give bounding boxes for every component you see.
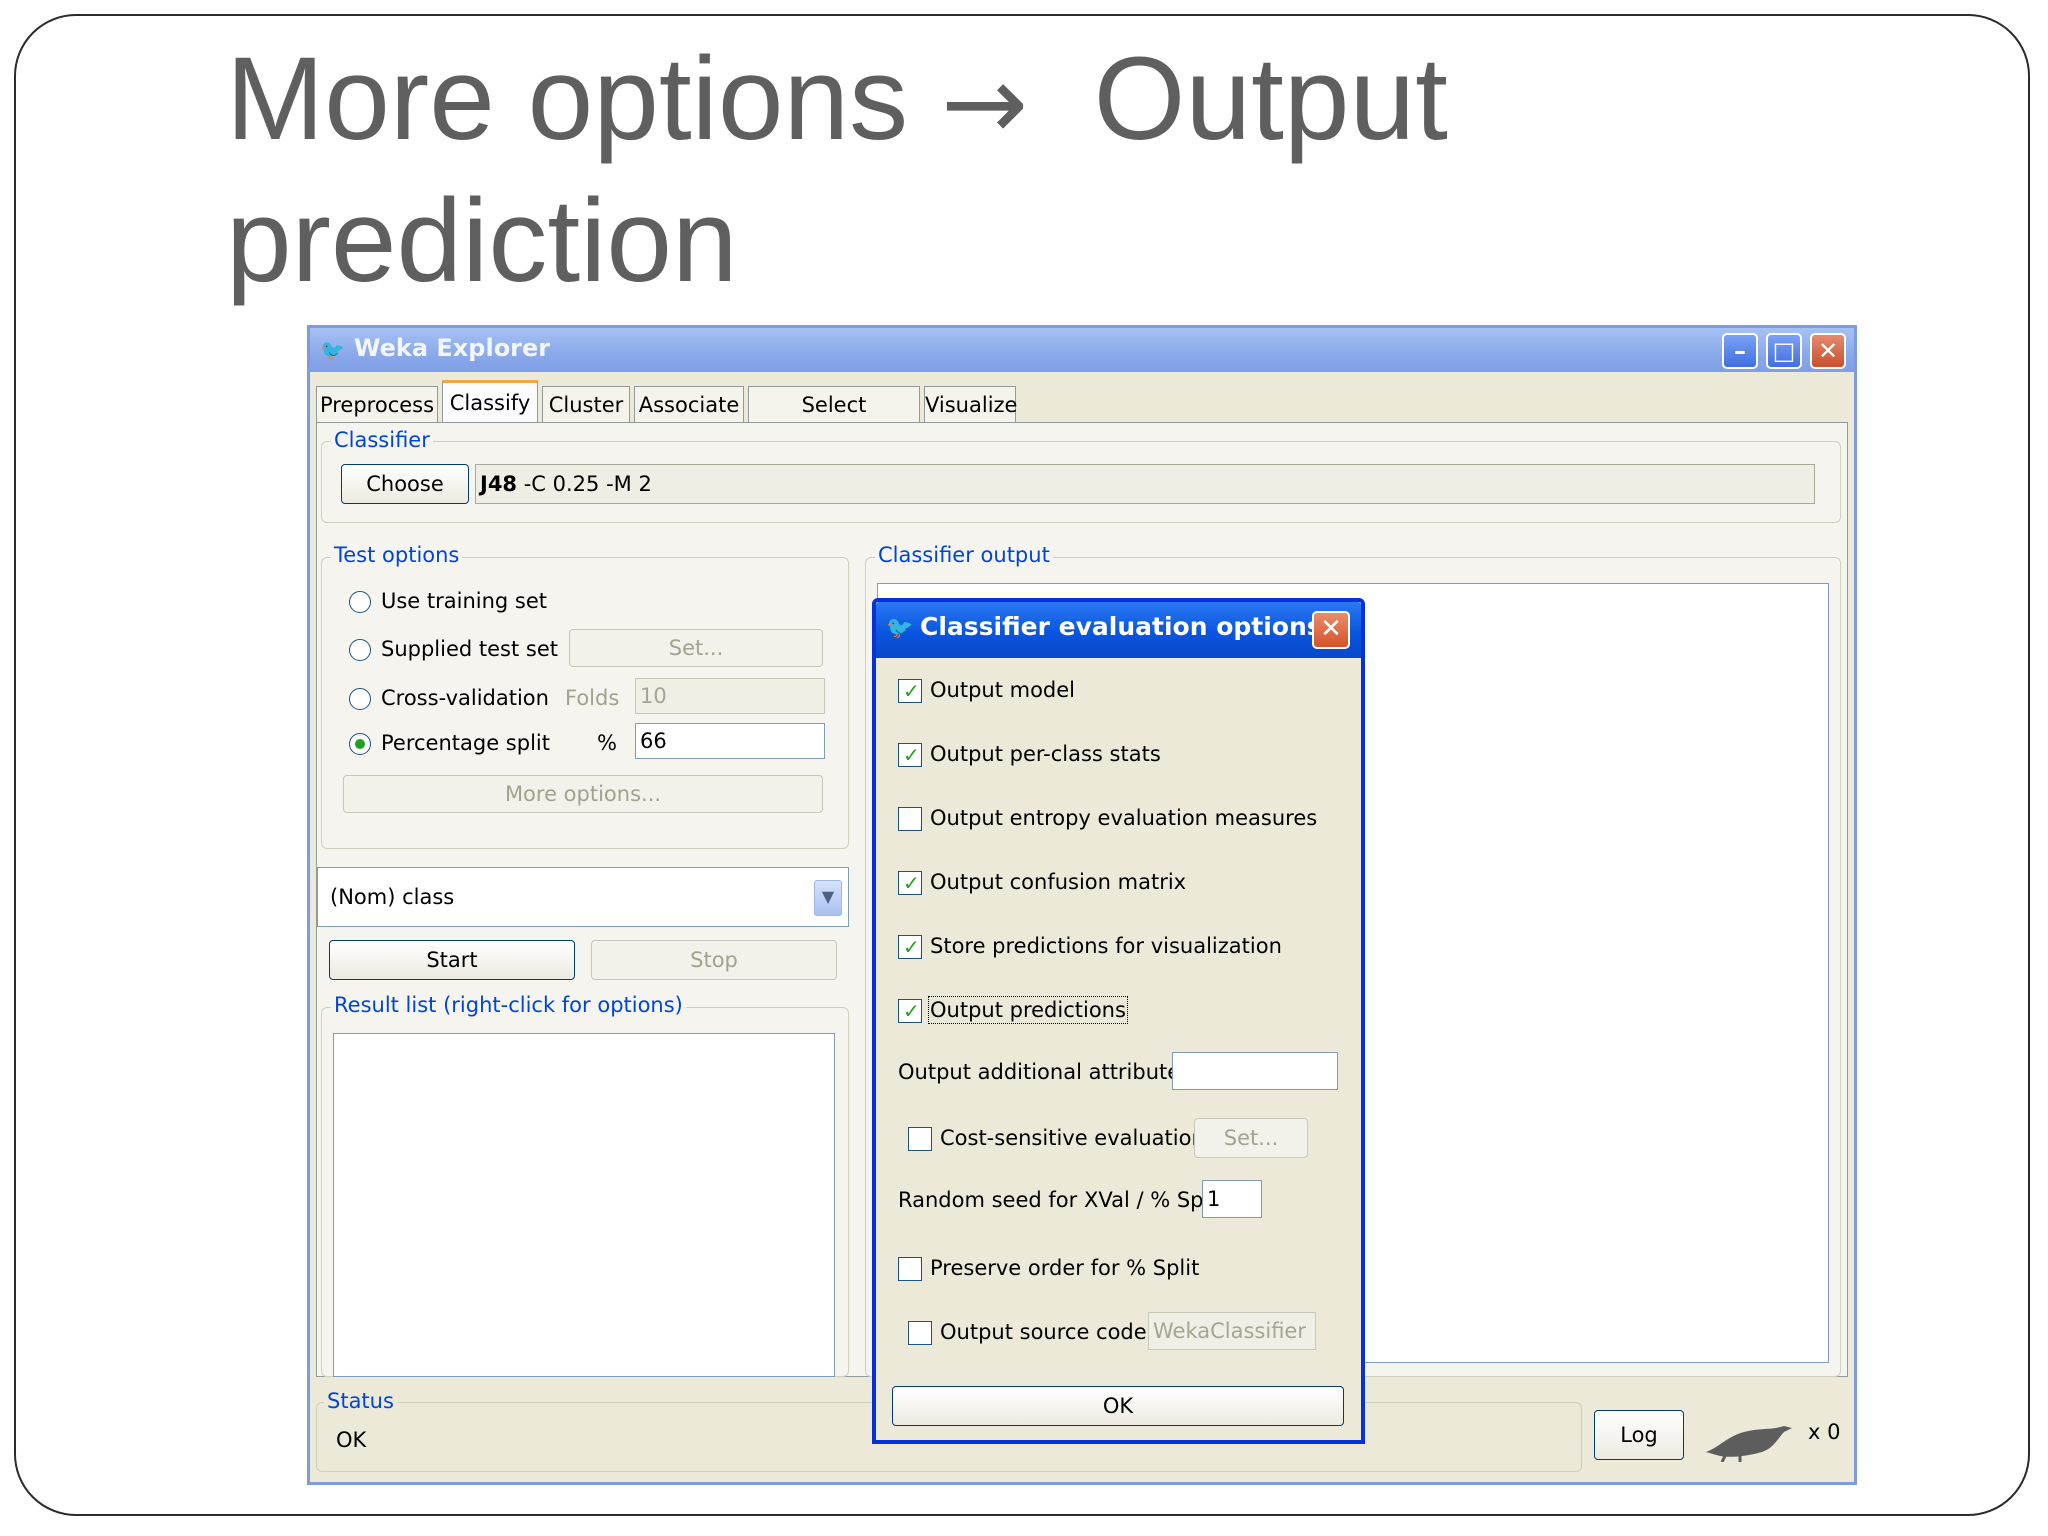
output-model-checkbox[interactable]: ✓ <box>898 679 922 703</box>
weka-bird-icon: 🐦 <box>320 338 345 362</box>
evaluation-options-dialog: 🐦 Classifier evaluation options ✕ ✓ Outp… <box>872 598 1365 1444</box>
preserve-order-label: Preserve order for % Split <box>930 1256 1200 1280</box>
log-button[interactable]: Log <box>1594 1410 1684 1460</box>
entropy-measures-checkbox[interactable] <box>898 807 922 831</box>
cost-sensitive-label: Cost-sensitive evaluation <box>940 1126 1205 1150</box>
use-training-set-radio[interactable] <box>349 591 371 613</box>
source-code-label: Output source code <box>940 1320 1147 1344</box>
slide-title: More options → Output prediction <box>226 30 1726 310</box>
percentage-split-label: Percentage split <box>381 731 550 755</box>
entropy-measures-label: Output entropy evaluation measures <box>930 806 1318 830</box>
classifier-output-label: Classifier output <box>875 543 1053 567</box>
additional-attributes-input[interactable] <box>1172 1052 1338 1090</box>
title-text-b: Output <box>1093 33 1448 165</box>
maximize-button[interactable]: □ <box>1766 333 1802 369</box>
minimize-button[interactable]: – <box>1722 333 1758 369</box>
percentage-split-input[interactable]: 66 <box>635 723 825 759</box>
confusion-matrix-checkbox[interactable]: ✓ <box>898 871 922 895</box>
check-icon: ✓ <box>903 935 920 959</box>
radio-selected-dot <box>355 739 365 749</box>
percentage-split-radio[interactable] <box>349 733 371 755</box>
window-titlebar[interactable]: 🐦 Weka Explorer – □ ✕ <box>310 328 1854 372</box>
minimize-icon: – <box>1734 337 1746 365</box>
folds-label: Folds <box>565 686 620 710</box>
class-attribute-value: (Nom) class <box>330 885 455 909</box>
classifier-config-field[interactable]: J48 -C 0.25 -M 2 <box>475 464 1815 504</box>
close-button[interactable]: ✕ <box>1810 333 1846 369</box>
cost-sensitive-checkbox[interactable] <box>908 1127 932 1151</box>
ok-button[interactable]: OK <box>892 1386 1344 1426</box>
status-label: Status <box>324 1389 397 1413</box>
more-options-button[interactable]: More options... <box>343 775 823 813</box>
percent-label: % <box>597 731 617 755</box>
result-list-box[interactable] <box>333 1033 835 1377</box>
per-class-stats-checkbox[interactable]: ✓ <box>898 743 922 767</box>
additional-attributes-label: Output additional attributes <box>898 1060 1192 1084</box>
dialog-titlebar[interactable]: 🐦 Classifier evaluation options ✕ <box>876 602 1361 658</box>
supplied-test-set-radio[interactable] <box>349 639 371 661</box>
per-class-stats-label: Output per-class stats <box>930 742 1161 766</box>
cost-sensitive-set-button[interactable]: Set... <box>1194 1118 1308 1158</box>
stop-button[interactable]: Stop <box>591 940 837 980</box>
supplied-test-set-set-button[interactable]: Set... <box>569 629 823 667</box>
tab-visualize[interactable]: Visualize <box>924 386 1017 422</box>
use-training-set-label: Use training set <box>381 589 548 613</box>
folds-input[interactable]: 10 <box>635 678 825 714</box>
chevron-down-icon[interactable]: ▼ <box>814 880 842 916</box>
store-predictions-checkbox[interactable]: ✓ <box>898 935 922 959</box>
choose-button[interactable]: Choose <box>341 464 469 504</box>
window-title: Weka Explorer <box>354 334 551 362</box>
status-text: OK <box>336 1428 367 1452</box>
check-icon: ✓ <box>903 871 920 895</box>
output-model-label: Output model <box>930 678 1076 702</box>
tab-preprocess[interactable]: Preprocess <box>316 386 438 422</box>
random-seed-input[interactable]: 1 <box>1202 1180 1262 1218</box>
weka-status-bird-icon <box>1706 1426 1792 1462</box>
check-icon: ✓ <box>903 679 920 703</box>
start-button[interactable]: Start <box>329 940 575 980</box>
cross-validation-label: Cross-validation <box>381 686 549 710</box>
slide-title-line1: More options → Output <box>226 30 1726 172</box>
weka-bird-icon: 🐦 <box>886 616 914 641</box>
classifier-name: J48 <box>480 472 518 496</box>
store-predictions-label: Store predictions for visualization <box>930 934 1282 958</box>
result-list-label: Result list (right-click for options) <box>331 993 686 1017</box>
dialog-title: Classifier evaluation options <box>920 612 1322 641</box>
source-code-checkbox[interactable] <box>908 1321 932 1345</box>
class-attribute-select[interactable]: (Nom) class ▼ <box>317 867 849 927</box>
tab-classify[interactable]: Classify <box>442 380 538 424</box>
dialog-close-button[interactable]: ✕ <box>1312 611 1350 649</box>
source-code-classname-input[interactable]: WekaClassifier <box>1148 1312 1316 1350</box>
random-seed-label: Random seed for XVal / % Split <box>898 1188 1224 1212</box>
tab-select-attributes[interactable]: Select attributes <box>748 386 920 453</box>
classifier-params: -C 0.25 -M 2 <box>517 472 652 496</box>
title-text-a: More options <box>226 33 909 165</box>
confusion-matrix-label: Output confusion matrix <box>930 870 1187 894</box>
preserve-order-checkbox[interactable] <box>898 1257 922 1281</box>
close-icon: ✕ <box>1817 337 1839 365</box>
maximize-icon: □ <box>1772 337 1796 365</box>
tab-cluster[interactable]: Cluster <box>542 386 630 422</box>
check-icon: ✓ <box>903 999 920 1023</box>
check-icon: ✓ <box>903 743 920 767</box>
slide-title-line2: prediction <box>226 175 738 307</box>
supplied-test-set-label: Supplied test set <box>381 637 558 661</box>
right-arrow-icon: → <box>940 42 1029 164</box>
tab-associate[interactable]: Associate <box>634 386 744 422</box>
close-icon: ✕ <box>1320 614 1342 644</box>
classifier-group-label: Classifier <box>331 428 433 452</box>
cross-validation-radio[interactable] <box>349 688 371 710</box>
test-options-label: Test options <box>331 543 463 567</box>
task-count: x 0 <box>1808 1420 1841 1444</box>
output-predictions-label: Output predictions <box>928 996 1128 1024</box>
output-predictions-checkbox[interactable]: ✓ <box>898 999 922 1023</box>
